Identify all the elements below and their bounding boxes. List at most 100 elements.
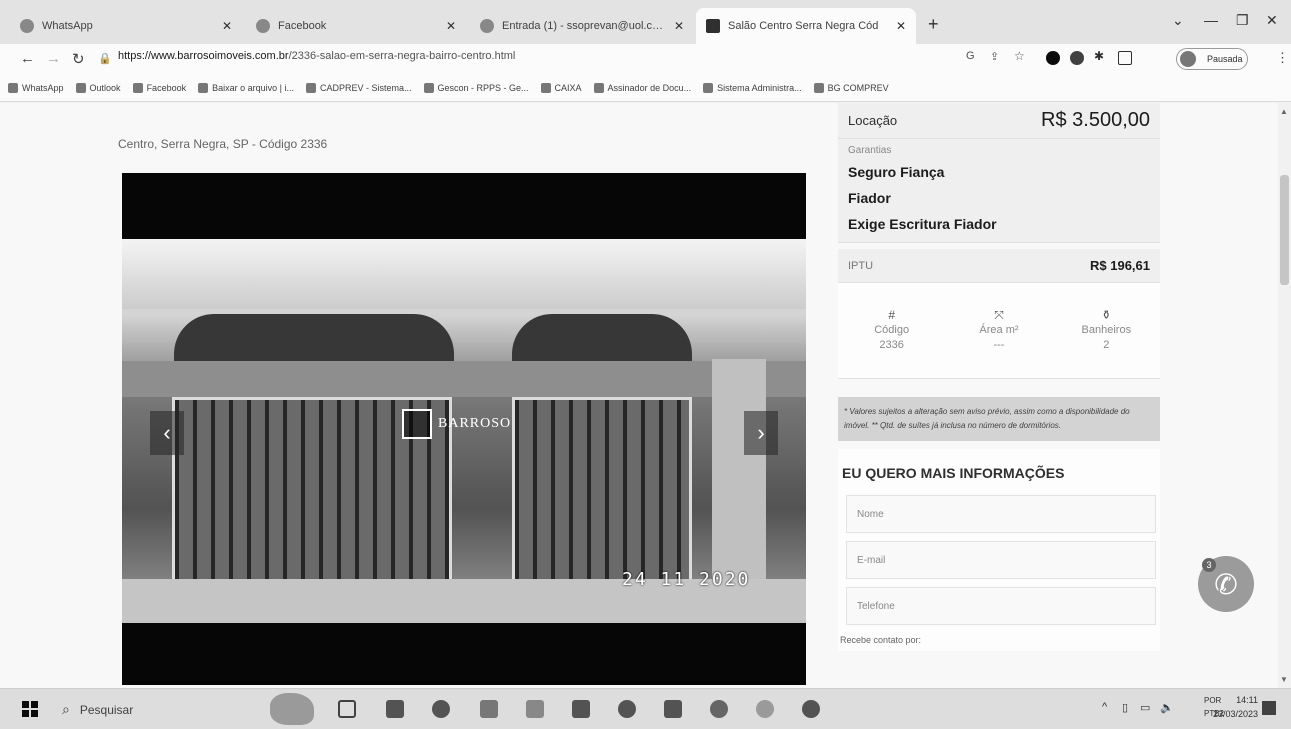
bathroom-icon: ⚱ (1101, 308, 1112, 322)
new-tab-button[interactable]: + (928, 14, 939, 35)
tab-email[interactable]: Entrada (1) - ssoprevan@uol.com ✕ (470, 8, 694, 44)
stat-label: Área m² (979, 324, 1019, 336)
close-icon[interactable]: ✕ (674, 19, 684, 33)
battery-icon[interactable]: ▯ (1122, 701, 1128, 714)
bookmark-item[interactable]: Sistema Administra... (703, 82, 802, 93)
whatsapp-float-button[interactable]: 3 ✆ (1198, 556, 1254, 612)
tab-listing[interactable]: Salão Centro Serra Negra Cód ✕ (696, 8, 916, 44)
edge-icon[interactable] (432, 700, 450, 718)
cadprev-icon (305, 82, 316, 93)
tray-chevron-icon[interactable]: ^ (1102, 701, 1107, 713)
close-icon[interactable]: ✕ (446, 19, 456, 33)
bookmark-item[interactable]: Baixar o arquivo | i... (198, 82, 294, 93)
app-icon[interactable] (526, 700, 544, 718)
puzzle-icon[interactable]: ✱ (1094, 49, 1108, 63)
file-explorer-icon[interactable] (386, 700, 404, 718)
property-photo: BARROSO 24 11 2020 (122, 239, 806, 623)
app-icon[interactable] (710, 700, 728, 718)
gallery-next-button[interactable]: › (744, 411, 778, 455)
scroll-down-icon[interactable]: ▼ (1280, 675, 1288, 684)
bookmark-item[interactable]: WhatsApp (8, 82, 64, 93)
guarantees-label: Garantias (848, 145, 892, 156)
watermark-text: BARROSO (438, 416, 512, 431)
stat-label: Banheiros (1081, 324, 1132, 336)
bookmark-item[interactable]: BG COMPREV (813, 82, 889, 93)
close-icon[interactable]: ✕ (222, 19, 232, 33)
rent-row: Locação R$ 3.500,00 (838, 103, 1160, 139)
guarantee-item: Seguro Fiança (848, 164, 945, 180)
url-field[interactable]: https://www.barrosoimoveis.com.br/2336-s… (118, 50, 515, 62)
profile-status: Pausada (1207, 54, 1243, 64)
taskbar-search[interactable]: ⌕ Pesquisar (62, 701, 133, 718)
iptu-row: IPTU R$ 196,61 (838, 249, 1160, 283)
email-field[interactable] (846, 541, 1156, 579)
extension-icon[interactable] (1046, 51, 1060, 65)
volume-icon[interactable]: 🔈 (1160, 701, 1174, 714)
bookmark-item[interactable]: Facebook (132, 82, 186, 93)
address-bar: ← → ↻ 🔒 https://www.barrosoimoveis.com.b… (0, 44, 1291, 74)
caixa-icon (540, 82, 551, 93)
app-icon[interactable] (572, 700, 590, 718)
sidepanel-icon[interactable] (1118, 51, 1132, 65)
signer-icon (593, 82, 604, 93)
page-scrollbar[interactable]: ▲ ▼ (1278, 103, 1291, 688)
app-icon[interactable] (480, 700, 498, 718)
price-card: Locação R$ 3.500,00 Garantias Seguro Fia… (838, 103, 1160, 651)
bookmark-item[interactable]: CADPREV - Sistema... (305, 82, 412, 93)
menu-icon[interactable]: ⋮ (1276, 50, 1289, 66)
bookmark-item[interactable]: Outlook (75, 82, 121, 93)
lock-icon[interactable]: 🔒 (98, 52, 112, 65)
forward-icon[interactable]: → (46, 50, 61, 67)
notification-badge: 3 (1202, 558, 1216, 572)
reload-icon[interactable]: ↻ (72, 50, 85, 68)
guarantee-item: Exige Escritura Fiador (848, 216, 997, 232)
app-icon[interactable] (618, 700, 636, 718)
gallery-prev-button[interactable]: ‹ (150, 411, 184, 455)
photo-arch (512, 314, 692, 362)
notification-center-icon[interactable] (1262, 701, 1276, 715)
close-icon[interactable]: ✕ (896, 19, 906, 33)
bookmark-item[interactable]: CAIXA (540, 82, 582, 93)
photo-arch (174, 314, 454, 362)
bookmark-item[interactable]: Gescon - RPPS - Ge... (423, 82, 529, 93)
tab-title: Facebook (278, 20, 327, 32)
tab-facebook[interactable]: Facebook ✕ (246, 8, 466, 44)
rent-label: Locação (848, 113, 898, 128)
name-field[interactable] (846, 495, 1156, 533)
system-icon (703, 82, 714, 93)
photo-date-stamp: 24 11 2020 (622, 569, 751, 590)
photo-gallery[interactable]: BARROSO 24 11 2020 ‹ › (122, 173, 806, 685)
stat-label: Código (874, 324, 910, 336)
avatar (1180, 51, 1196, 67)
rent-value: R$ 3.500,00 (1041, 109, 1150, 131)
chrome-icon[interactable] (802, 700, 820, 718)
translate-icon[interactable]: G (966, 50, 980, 64)
back-icon[interactable]: ← (20, 50, 35, 67)
app-icon[interactable] (664, 700, 682, 718)
windows-start-icon[interactable] (22, 701, 38, 717)
network-icon[interactable]: ▭ (1140, 701, 1150, 714)
task-view-icon[interactable] (338, 700, 356, 718)
outlook-icon (75, 82, 86, 93)
profile-button[interactable]: Pausada (1176, 48, 1248, 70)
tab-whatsapp[interactable]: WhatsApp ✕ (10, 8, 242, 44)
scrollbar-thumb[interactable] (1280, 175, 1289, 285)
tab-search-icon[interactable]: ⌄ (1172, 12, 1184, 29)
share-icon[interactable]: ⇪ (990, 50, 1004, 64)
tab-title: Salão Centro Serra Negra Cód (728, 20, 879, 32)
stat-code: # Código 2336 (838, 283, 945, 378)
app-icon[interactable] (756, 700, 774, 718)
search-placeholder: Pesquisar (79, 702, 134, 717)
star-icon[interactable]: ☆ (1014, 49, 1028, 63)
maximize-button[interactable]: ❐ (1236, 12, 1249, 29)
scroll-up-icon[interactable]: ▲ (1280, 107, 1288, 116)
bookmarks-bar: WhatsApp Outlook Facebook Baixar o arqui… (0, 74, 1291, 102)
close-window-button[interactable]: ✕ (1266, 12, 1278, 29)
minimize-button[interactable]: — (1204, 12, 1218, 28)
bookmark-item[interactable]: Assinador de Docu... (593, 82, 691, 93)
phone-field[interactable] (846, 587, 1156, 625)
tab-title: Entrada (1) - ssoprevan@uol.com (502, 20, 666, 32)
browser-tab-strip: WhatsApp ✕ Facebook ✕ Entrada (1) - ssop… (0, 0, 1291, 44)
stat-value: 2336 (879, 339, 904, 351)
extension-icon[interactable] (1070, 51, 1084, 65)
